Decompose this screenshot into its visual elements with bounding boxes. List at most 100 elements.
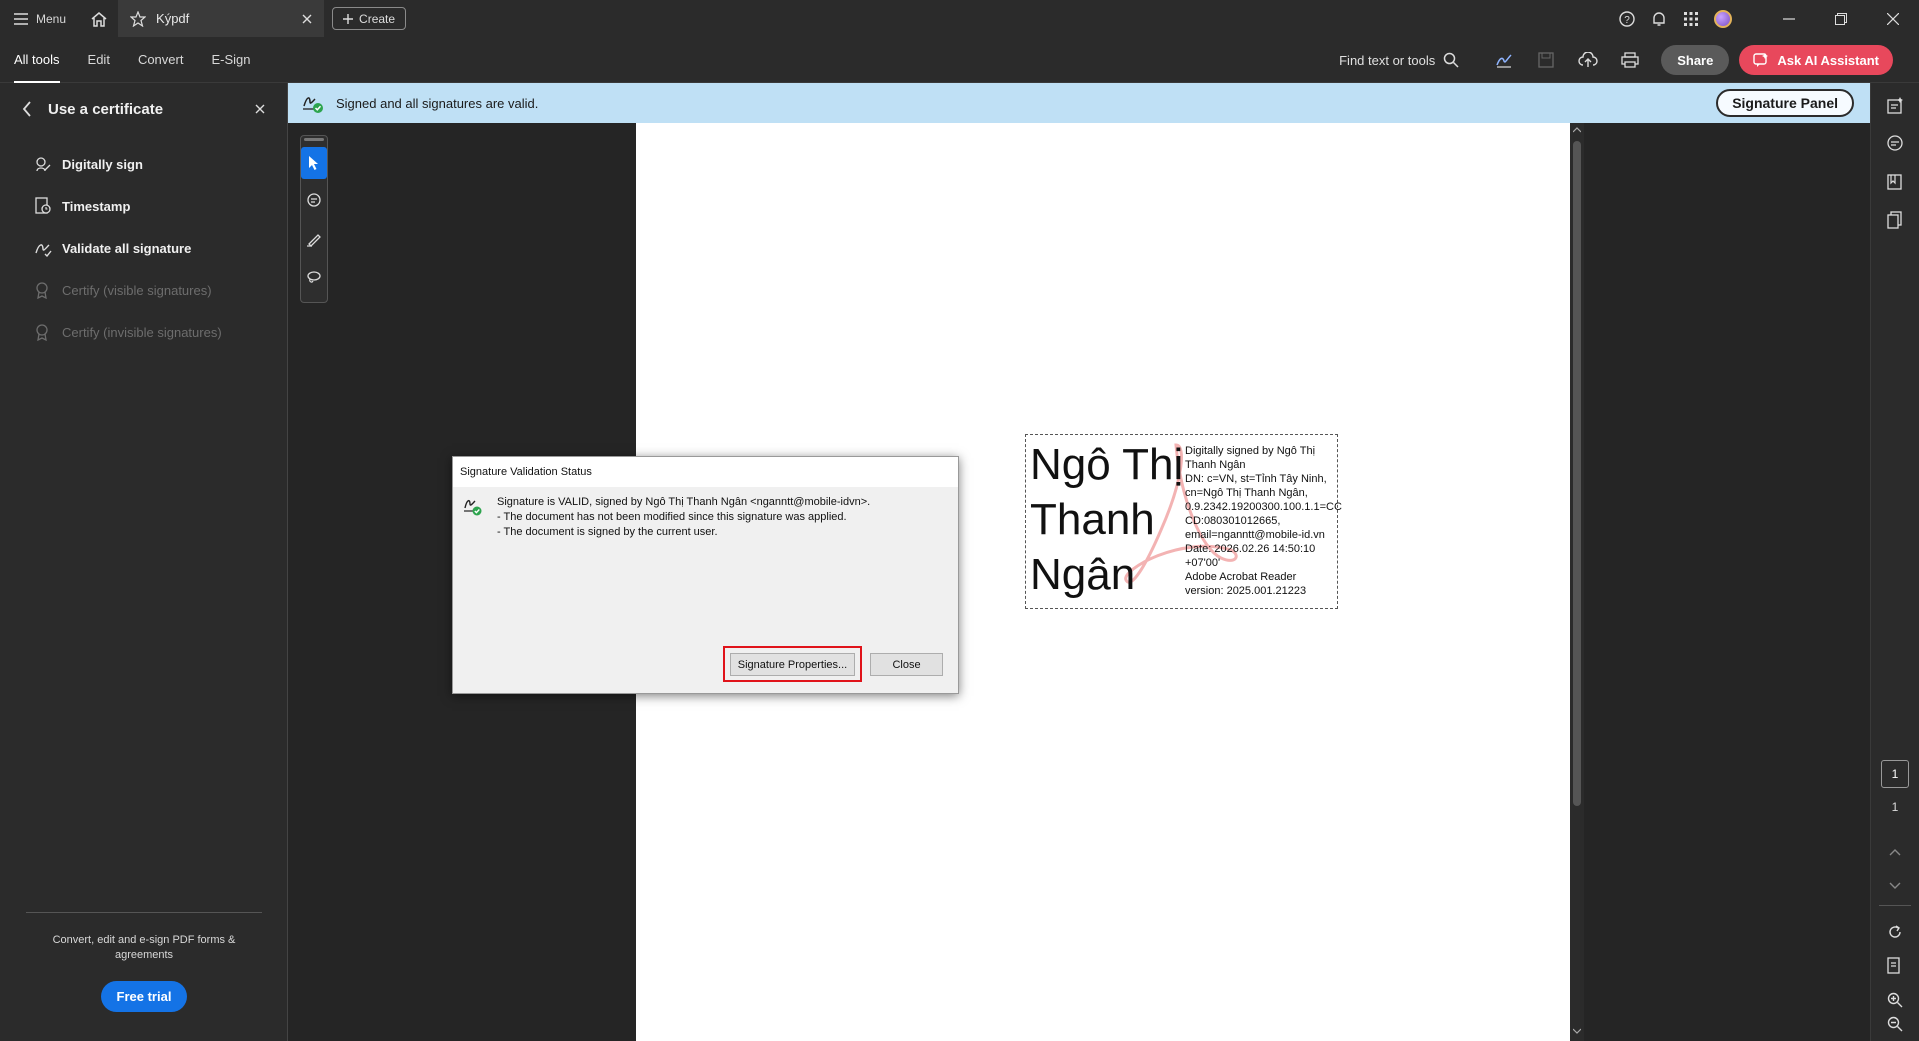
back-arrow-icon[interactable] (22, 101, 32, 117)
print-button[interactable] (1609, 37, 1651, 83)
dialog-title: Signature Validation Status (453, 457, 958, 487)
close-icon (1887, 12, 1899, 25)
digital-sign-icon (36, 157, 51, 172)
apps-button[interactable] (1675, 0, 1707, 37)
signature-properties-button[interactable]: Signature Properties... (730, 653, 855, 676)
signature-detail-line: version: 2025.001.21223 (1185, 585, 1307, 597)
find-tools-search[interactable]: Find text or tools (1339, 52, 1483, 68)
thumbnails-button[interactable] (1871, 201, 1919, 239)
quick-tools (300, 135, 328, 303)
signature-detail-line: Adobe Acrobat Reader (1185, 571, 1297, 583)
star-icon[interactable] (130, 10, 147, 27)
comment-icon (1887, 135, 1903, 151)
sign-tools-button[interactable] (1483, 37, 1525, 83)
close-window-button[interactable] (1867, 0, 1919, 37)
pen-icon (307, 234, 321, 247)
draw-tool-button[interactable] (301, 261, 327, 293)
signature-panel-button[interactable]: Signature Panel (1716, 89, 1854, 117)
tab-edit[interactable]: Edit (74, 37, 124, 83)
toolbar-right: Find text or tools Share Ask AI Assistan… (1339, 37, 1919, 83)
document-tab[interactable]: Kýpdf (118, 0, 325, 37)
save-button[interactable] (1525, 37, 1567, 83)
certify-visible-icon (36, 282, 48, 299)
current-page-field[interactable]: 1 (1881, 760, 1909, 788)
share-button[interactable]: Share (1661, 45, 1730, 75)
help-button[interactable]: ? (1611, 0, 1643, 37)
ask-ai-button[interactable]: Ask AI Assistant (1739, 45, 1893, 75)
close-panel-icon[interactable] (255, 104, 265, 114)
timestamp-label: Timestamp (62, 198, 131, 214)
page-options-button[interactable] (1871, 949, 1919, 983)
timestamp-item[interactable]: Timestamp (0, 185, 287, 227)
close-dialog-button[interactable]: Close (870, 653, 943, 676)
home-button[interactable] (80, 0, 118, 37)
bookmark-icon (1887, 174, 1902, 190)
pages-icon (1887, 211, 1902, 229)
scroll-up-arrow-icon[interactable] (1573, 127, 1581, 133)
previous-page-button[interactable] (1871, 835, 1919, 869)
panel-footer: Convert, edit and e-sign PDF forms & agr… (26, 912, 262, 1012)
free-trial-button[interactable]: Free trial (100, 981, 188, 1012)
cloud-upload-icon (1578, 52, 1598, 67)
notifications-button[interactable] (1643, 0, 1675, 37)
tab-esign[interactable]: E-Sign (197, 37, 264, 83)
create-button[interactable]: Create (332, 7, 407, 30)
restore-icon (1835, 12, 1847, 25)
highlight-tool-button[interactable] (301, 223, 327, 255)
zoom-out-button[interactable] (1871, 1007, 1919, 1041)
avatar (1714, 9, 1732, 28)
close-tab-icon[interactable] (302, 14, 312, 24)
promo-text: Convert, edit and e-sign PDF forms & agr… (52, 934, 236, 961)
signature-detail-line: CD:080301012665, (1185, 515, 1281, 527)
rotate-button[interactable] (1871, 915, 1919, 949)
certify-invisible-label: Certify (invisible signatures) (62, 324, 222, 340)
validation-line: - The document is signed by the current … (497, 526, 718, 538)
upload-button[interactable] (1567, 37, 1609, 83)
validate-all-item[interactable]: Validate all signature (0, 227, 287, 269)
bookmarks-button[interactable] (1871, 163, 1919, 201)
signature-detail-line: cn=Ngô Thị Thanh Ngân, (1185, 487, 1308, 499)
minimize-button[interactable] (1763, 0, 1815, 37)
find-label: Find text or tools (1339, 52, 1436, 68)
chevron-up-icon (1889, 849, 1901, 856)
tab-title: Kýpdf (156, 11, 190, 26)
panel-header: Use a certificate (0, 83, 287, 135)
comment-tool-button[interactable] (301, 185, 327, 217)
ai-summary-button[interactable] (1871, 87, 1919, 125)
scroll-thumb[interactable] (1573, 141, 1581, 806)
create-label: Create (359, 11, 396, 26)
signature-detail-line: Thanh Ngân (1185, 459, 1246, 471)
next-page-button[interactable] (1871, 869, 1919, 903)
digitally-sign-item[interactable]: Digitally sign (0, 143, 287, 185)
signature-detail-line: Date: 2026.02.26 14:50:10 (1185, 543, 1316, 555)
scroll-down-arrow-icon[interactable] (1573, 1028, 1581, 1034)
dialog-body: Signature is VALID, signed by Ngô Thị Th… (463, 495, 870, 540)
signature-details: Digitally signed by Ngô Thị Thanh Ngân D… (1185, 444, 1342, 598)
validate-signature-icon (35, 244, 52, 257)
generative-summary-icon (1887, 97, 1903, 114)
signature-detail-line: DN: c=VN, st=Tỉnh Tây Ninh, (1185, 473, 1327, 485)
main-toolbar: All tools Edit Convert E-Sign Find text … (0, 37, 1919, 83)
restore-button[interactable] (1815, 0, 1867, 37)
validation-line: - The document has not been modified sin… (497, 511, 847, 523)
signer-name-line: Thanh (1030, 495, 1155, 544)
zoom-in-icon (1887, 992, 1903, 1008)
help-icon: ? (1619, 10, 1635, 27)
certify-visible-label: Certify (visible signatures) (62, 282, 212, 298)
certify-invisible-icon (36, 324, 48, 341)
printer-icon (1621, 52, 1639, 68)
menu-button[interactable]: Menu (0, 0, 80, 37)
page-settings-icon (1887, 957, 1900, 974)
drag-handle[interactable] (304, 138, 324, 141)
vertical-scrollbar[interactable] (1570, 123, 1584, 1041)
tab-all-tools[interactable]: All tools (0, 37, 74, 83)
signature-field[interactable]: Ngô Thị Thanh Ngân Digitally signed by N… (1025, 434, 1342, 609)
profile-button[interactable] (1707, 0, 1739, 37)
select-tool-button[interactable] (301, 147, 327, 179)
tab-convert[interactable]: Convert (124, 37, 198, 83)
signature-valid-icon (464, 499, 482, 516)
apps-grid-icon (1684, 11, 1698, 26)
signature-valid-icon (303, 97, 323, 113)
validation-line: Signature is VALID, signed by Ngô Thị Th… (497, 496, 871, 508)
comments-button[interactable] (1871, 125, 1919, 163)
